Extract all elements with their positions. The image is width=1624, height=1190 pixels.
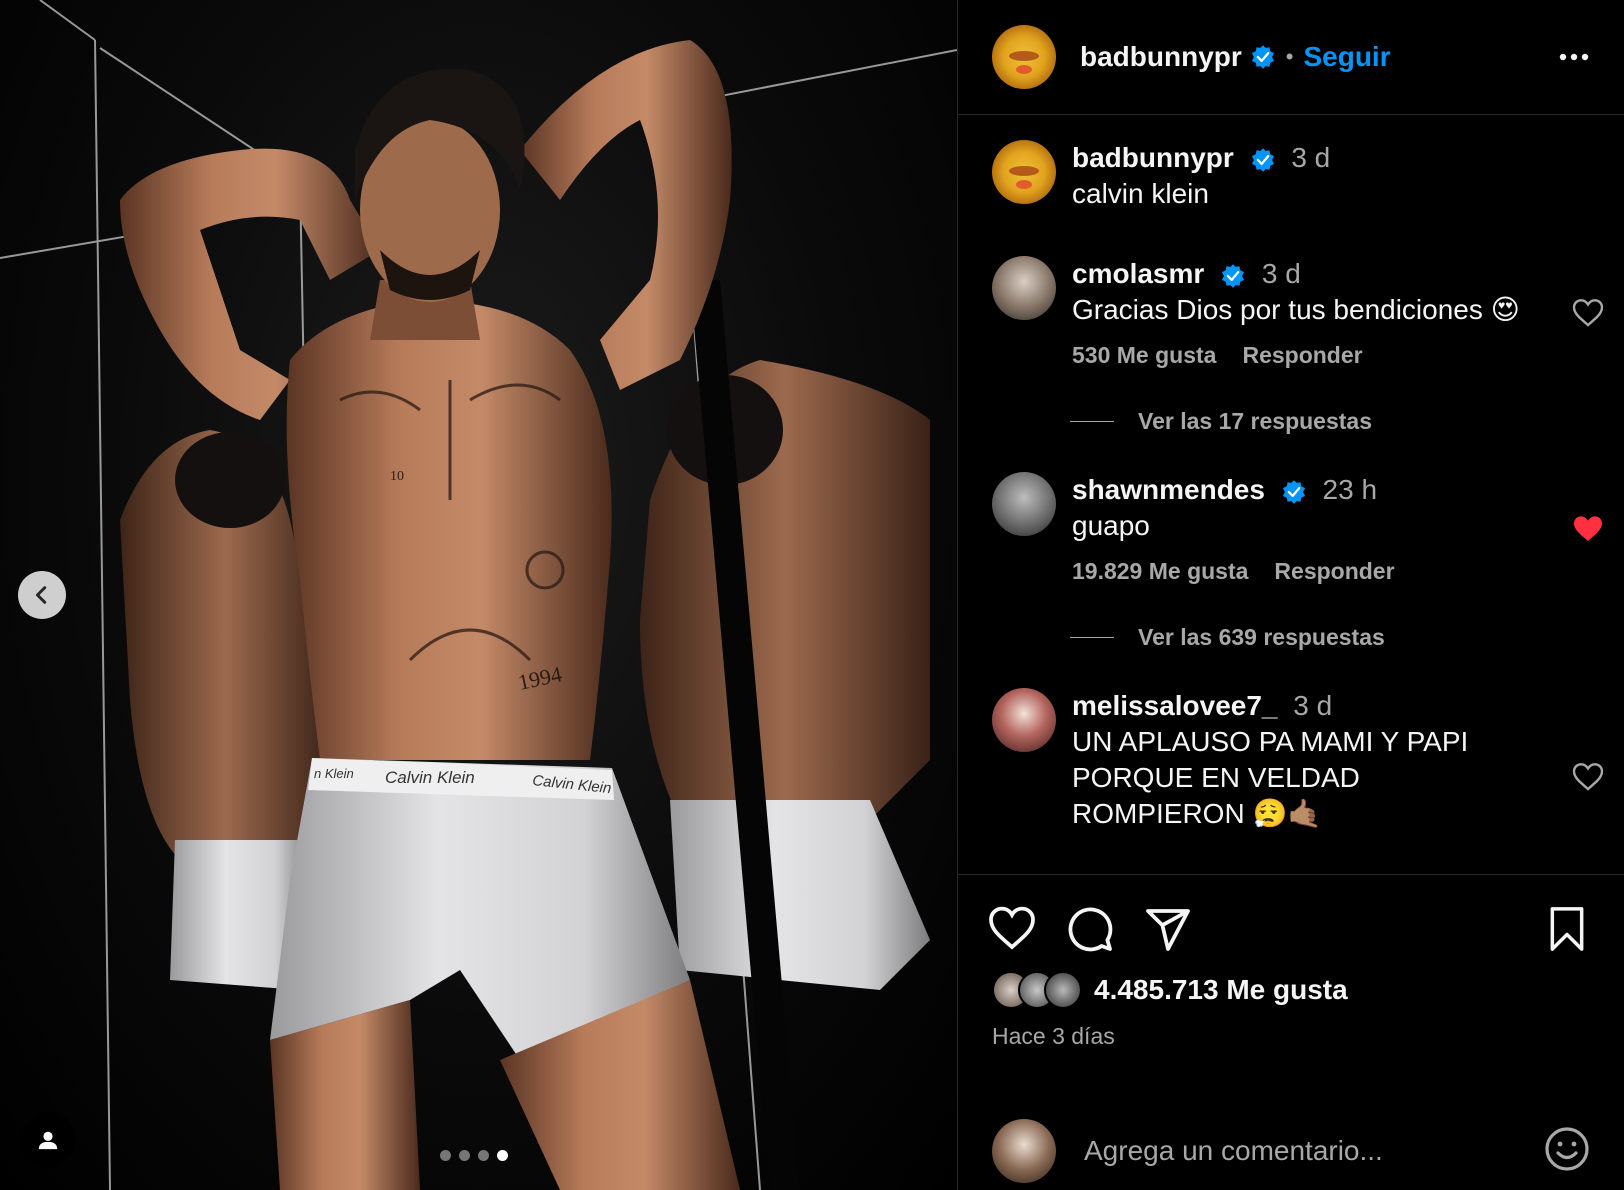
view-replies-button[interactable]: Ver las 639 respuestas [1070,624,1385,651]
carousel-dot [459,1150,470,1161]
follow-button[interactable]: Seguir [1303,41,1390,73]
carousel-dot-active [497,1150,508,1161]
reply-button[interactable]: Responder [1274,558,1394,585]
heart-icon[interactable] [988,905,1036,953]
comment-text: UN APLAUSO PA MAMI Y PAPI PORQUE EN VELD… [1072,726,1469,829]
post-side-panel: badbunnypr • Seguir badbunnypr 3 d calvi… [957,0,1624,1190]
waistband-text: Calvin Klein [385,768,475,787]
comment-time[interactable]: 3 d [1293,690,1332,721]
add-comment-bar [958,1111,1624,1190]
carousel-prev-button[interactable] [18,571,66,619]
comment-input[interactable] [1084,1135,1524,1167]
post-media[interactable]: 1994 10 Calvin Klein Calvin Klein n Klei… [0,0,957,1190]
verified-icon [1251,45,1274,69]
user-tag-icon [38,1131,58,1150]
avatar[interactable] [992,256,1056,320]
carousel-indicator [440,1150,508,1161]
comment-username[interactable]: cmolasmr [1072,258,1204,289]
comment-icon[interactable] [1066,905,1114,953]
liker-avatar [1044,971,1082,1009]
post-header: badbunnypr • Seguir [958,0,1624,115]
bookmark-icon[interactable] [1545,905,1589,953]
author-username[interactable]: badbunnypr [1080,41,1242,73]
replies-divider [1070,637,1114,638]
post-date[interactable]: Hace 3 días [992,1023,1115,1050]
avatar[interactable] [992,140,1056,204]
verified-icon [1222,263,1245,288]
verified-icon [1282,479,1305,504]
separator-dot: • [1285,44,1294,69]
comments-list[interactable]: badbunnypr 3 d calvin klein cmolasmr 3 d… [958,116,1624,874]
emoji-icon[interactable] [1543,1125,1591,1173]
replies-divider [1070,421,1114,422]
comment-text: Gracias Dios por tus bendiciones 😍 [1072,294,1520,325]
comment: cmolasmr 3 d Gracias Dios por tus bendic… [992,256,1612,386]
caption-time[interactable]: 3 d [1291,142,1330,173]
likes-count[interactable]: 4.485.713 Me gusta [1094,974,1348,1006]
comment-text: guapo [1072,510,1150,541]
reflection-right [640,360,930,990]
comment-time[interactable]: 23 h [1323,474,1378,505]
verified-icon [1251,147,1274,172]
chevron-left-icon [35,586,47,604]
more-icon[interactable] [1557,40,1591,74]
waistband-text: n Klein [314,766,354,781]
view-replies-button[interactable]: Ver las 17 respuestas [1070,408,1372,435]
view-replies-label: Ver las 17 respuestas [1138,408,1372,434]
avatar[interactable] [992,472,1056,536]
comment-username[interactable]: shawnmendes [1072,474,1265,505]
view-replies-label: Ver las 639 respuestas [1138,624,1385,650]
caption: badbunnypr 3 d calvin klein [992,140,1612,220]
comment-likes[interactable]: 530 Me gusta [1072,342,1216,369]
heart-liked-icon[interactable] [1572,514,1604,544]
comment-time[interactable]: 3 d [1262,258,1301,289]
post-photo: 1994 10 Calvin Klein Calvin Klein n Klei… [0,0,957,1190]
heart-icon[interactable] [1572,298,1604,328]
comment: melissalovee7_ 3 d UN APLAUSO PA MAMI Y … [992,688,1612,829]
reply-button[interactable]: Responder [1242,342,1362,369]
likes-summary[interactable]: 4.485.713 Me gusta [992,971,1348,1009]
comment-likes[interactable]: 19.829 Me gusta [1072,558,1248,585]
current-user-avatar [992,1119,1056,1183]
carousel-dot [478,1150,489,1161]
post-actions: 4.485.713 Me gusta Hace 3 días [958,874,1624,1190]
tagged-users-button[interactable] [20,1112,76,1168]
carousel-dot [440,1150,451,1161]
tattoo-number: 10 [390,469,404,484]
author-avatar[interactable] [992,25,1056,89]
comment-username[interactable]: melissalovee7_ [1072,690,1278,721]
comment: shawnmendes 23 h guapo 19.829 Me gusta R… [992,472,1612,602]
heart-icon[interactable] [1572,762,1604,792]
share-icon[interactable] [1144,905,1192,953]
caption-text: calvin klein [1072,178,1209,209]
caption-username[interactable]: badbunnypr [1072,142,1234,173]
avatar[interactable] [992,688,1056,752]
